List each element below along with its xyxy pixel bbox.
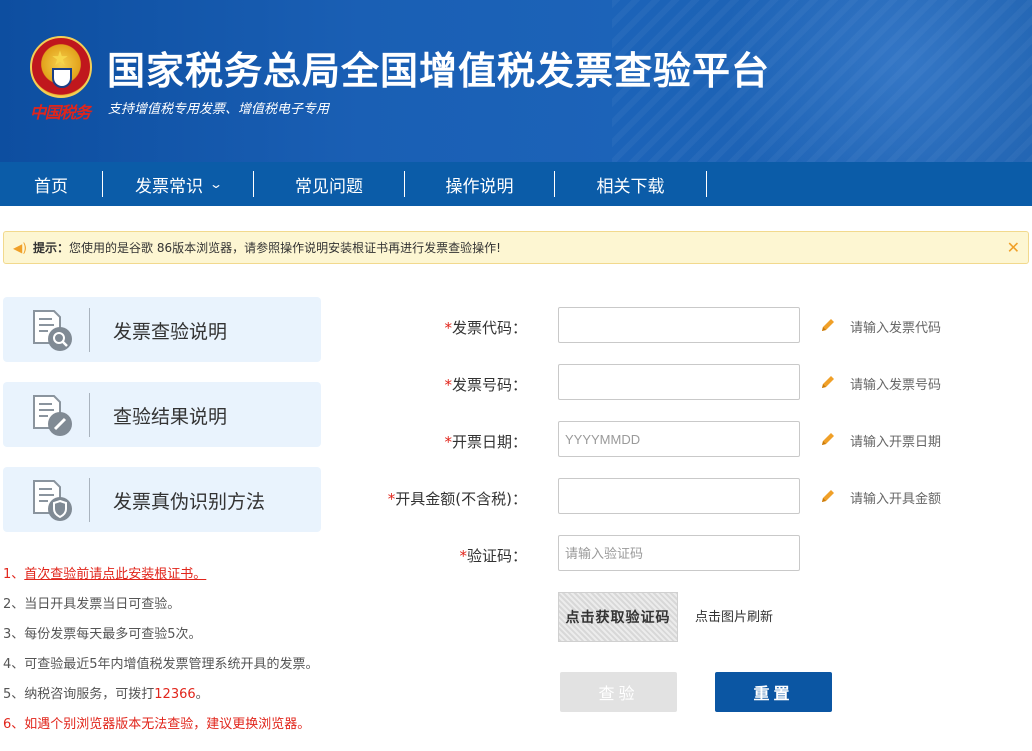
field-label-text: 验证码：: [466, 547, 527, 565]
nav-item-label: 操作说明: [445, 176, 514, 197]
document-edit-icon: [33, 395, 72, 436]
card-divider: [89, 393, 90, 437]
captcha-input[interactable]: [558, 535, 800, 571]
browser-notice: ◀) 提示： 您使用的是谷歌 86版本浏览器，请参照操作说明安装根证书再进行发票…: [3, 231, 1029, 264]
header-banner: ★ 中国税务 国家税务总局全国增值税发票查验平台 支持增值税专用发票、增值税电子…: [0, 0, 1032, 162]
field-hint: 请输入发票代码: [850, 321, 942, 336]
tip-text: 。: [195, 687, 209, 702]
chevron-down-icon: ⌄: [208, 177, 224, 191]
nav-item-label: 发票常识: [134, 176, 203, 197]
invoice-code-input[interactable]: [558, 307, 800, 343]
captcha-image[interactable]: 点击获取验证码: [558, 592, 678, 642]
form-row-amount: *开具金额(不含税)： 请输入开具金额: [380, 478, 980, 516]
tax-seal-logo: 中国税务: [30, 103, 91, 122]
required-mark: *: [459, 547, 467, 565]
notice-text: 您使用的是谷歌 86版本浏览器，请参照操作说明安装根证书再进行发票查验操作!: [69, 241, 501, 255]
field-hint: 请输入开具金额: [850, 492, 942, 507]
card-authenticity-methods[interactable]: 发票真伪识别方法: [3, 467, 321, 532]
tip-text: 5、纳税咨询服务，可拨打: [3, 687, 155, 702]
card-label: 发票查验说明: [113, 321, 228, 343]
nav-item-faq[interactable]: 常见问题: [254, 171, 405, 197]
pencil-icon: [822, 376, 834, 388]
site-title: 国家税务总局全国增值税发票查验平台: [107, 49, 771, 93]
nav-item-label: 常见问题: [295, 176, 363, 197]
check-button[interactable]: 查验: [560, 672, 677, 712]
card-check-instructions[interactable]: 发票查验说明: [3, 297, 321, 362]
field-label: *发票代码：: [444, 317, 527, 338]
field-label: *开票日期：: [444, 431, 527, 452]
card-result-instructions[interactable]: 查验结果说明: [3, 382, 321, 447]
star-icon: ★: [51, 46, 69, 70]
site-subtitle: 支持增值税专用发票、增值税电子专用: [108, 102, 330, 117]
tip-item: 4、可查验最近5年内增值税发票管理系统开具的发票。: [3, 657, 319, 672]
invoice-date-input[interactable]: [558, 421, 800, 457]
national-emblem-icon: ★: [30, 36, 92, 98]
nav-item-label: 首页: [34, 176, 68, 197]
document-shield-icon: [33, 480, 72, 521]
main-nav: 首页 发票常识 ⌄ 常见问题 操作说明 相关下载: [0, 162, 1032, 206]
form-row-invoice-date: *开票日期： 请输入开票日期: [380, 421, 980, 459]
tip-item: 6、如遇个别浏览器版本无法查验，建议更换浏览器。: [3, 717, 311, 732]
field-label-text: 发票号码：: [451, 376, 527, 394]
field-label: *发票号码：: [444, 374, 527, 395]
form-row-invoice-code: *发票代码： 请输入发票代码: [380, 307, 980, 345]
tip-item: 1、首次查验前请点此安装根证书。: [3, 563, 383, 593]
form-row-invoice-number: *发票号码： 请输入发票号码: [380, 364, 980, 402]
field-hint: 请输入发票号码: [850, 378, 942, 393]
field-label: *开具金额(不含税)：: [388, 488, 527, 509]
card-label: 查验结果说明: [113, 406, 228, 428]
tip-item: 5、纳税咨询服务，可拨打12366。: [3, 683, 383, 713]
tips-list: 1、首次查验前请点此安装根证书。 2、当日开具发票当日可查验。 3、每份发票每天…: [3, 563, 383, 743]
field-label-text: 发票代码：: [451, 319, 527, 337]
hotline-number: 12366: [154, 687, 196, 702]
field-label-text: 开票日期：: [451, 433, 527, 451]
form-row-captcha: *验证码：: [380, 535, 980, 573]
required-mark: *: [444, 433, 452, 451]
nav-item-home[interactable]: 首页: [0, 171, 103, 197]
amount-input[interactable]: [558, 478, 800, 514]
pencil-icon: [822, 319, 834, 331]
nav-item-guide[interactable]: 操作说明: [405, 171, 555, 197]
notice-label: 提示：: [33, 241, 70, 255]
card-label: 发票真伪识别方法: [113, 491, 266, 513]
card-divider: [89, 478, 90, 522]
nav-item-downloads[interactable]: 相关下载: [555, 171, 707, 197]
captcha-refresh-hint[interactable]: 点击图片刷新: [695, 606, 773, 625]
field-label-text: 开具金额(不含税)：: [395, 490, 527, 508]
tip-item: 3、每份发票每天最多可查验5次。: [3, 627, 202, 642]
required-mark: *: [444, 319, 452, 337]
nav-item-invoice-knowledge[interactable]: 发票常识 ⌄: [103, 171, 254, 197]
required-mark: *: [444, 376, 452, 394]
card-divider: [89, 308, 90, 352]
pencil-icon: [822, 490, 834, 502]
document-search-icon: [33, 310, 72, 351]
speaker-icon: ◀): [13, 240, 27, 255]
tip-item: 2、当日开具发票当日可查验。: [3, 597, 181, 612]
close-icon[interactable]: ✕: [1007, 238, 1020, 257]
reset-button[interactable]: 重置: [715, 672, 832, 712]
emblem-shield: [52, 68, 72, 88]
install-root-cert-link[interactable]: 首次查验前请点此安装根证书。: [24, 567, 206, 582]
field-hint: 请输入开票日期: [850, 435, 942, 450]
tip-prefix: 1、: [3, 567, 25, 582]
pencil-icon: [822, 433, 834, 445]
field-label: *验证码：: [459, 545, 527, 566]
invoice-number-input[interactable]: [558, 364, 800, 400]
nav-item-label: 相关下载: [596, 176, 665, 197]
